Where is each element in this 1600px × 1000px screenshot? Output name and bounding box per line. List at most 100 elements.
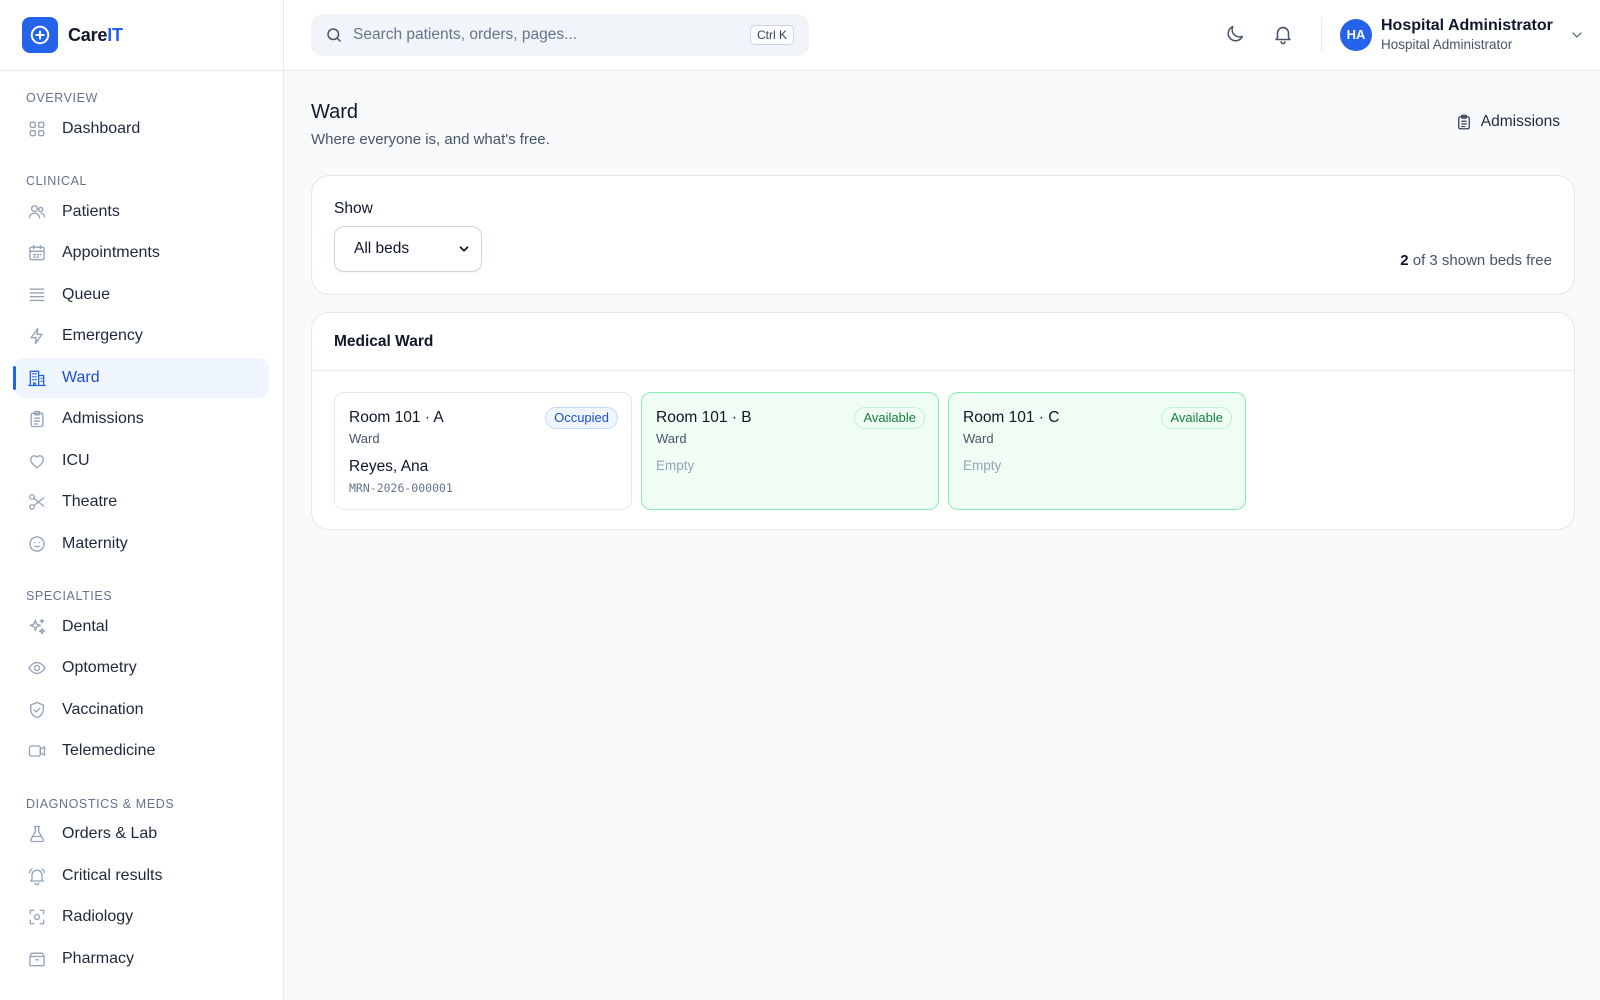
sidebar-item-icu[interactable]: ICU [14,441,269,481]
status-badge: Occupied [545,407,618,429]
patient-name[interactable]: Reyes, Ana [349,458,428,476]
grid-icon [26,118,48,140]
scissors-icon [26,491,48,513]
sidebar-item-critical-results[interactable]: Critical results [14,856,269,896]
section-label-specialties: SPECIALTIES [26,589,113,603]
chevron-down-icon [1569,27,1585,43]
user-name: Hospital Administrator [1381,17,1553,34]
calendar-icon [26,242,48,264]
sidebar-item-appointments[interactable]: Appointments [14,233,269,273]
eye-icon [26,657,48,679]
user-role: Hospital Administrator [1381,37,1513,52]
topbar-divider [1321,18,1322,52]
sidebar-item-pharmacy[interactable]: Pharmacy [14,939,269,979]
free-beds-text: of 3 shown beds free [1408,252,1552,269]
shield-check-icon [26,699,48,721]
sidebar-item-maternity[interactable]: Maternity [14,524,269,564]
status-badge: Available [854,407,925,429]
bed-filter-select[interactable]: All beds [334,226,482,272]
users-icon [26,201,48,223]
bed-type: Ward [656,431,687,446]
sidebar-item-label: Radiology [62,908,134,925]
patient-mrn: MRN-2026-000001 [349,481,453,495]
bed-name: Room 101 · B [656,409,752,426]
video-icon [26,740,48,762]
sidebar-item-queue[interactable]: Queue [14,275,269,315]
section-label-overview: OVERVIEW [26,91,98,105]
bed-name: Room 101 · C [963,409,1060,426]
sidebar-item-label: Pharmacy [62,949,135,967]
pill-box-icon [26,948,48,970]
sidebar-item-emergency[interactable]: Emergency [14,316,269,356]
search-input[interactable]: Search patients, orders, pages... Ctrl K [311,14,809,56]
sparkles-icon [26,616,48,638]
sidebar-item-label: Theatre [62,493,118,510]
sidebar-nav: OVERVIEW Dashboard CLINICAL Patients App… [0,71,283,979]
section-label-clinical: CLINICAL [26,174,88,188]
sidebar-item-label: Patients [62,202,120,220]
avatar: HA [1340,18,1372,51]
bed-filter-value: All beds [354,240,410,257]
bell-alert-icon [26,865,48,887]
baby-icon [26,533,48,555]
sidebar-item-label: ICU [62,451,90,469]
free-beds-summary: 2 of 3 shown beds free [1400,252,1552,269]
scan-icon [26,906,48,928]
sidebar-item-dental[interactable]: Dental [14,607,269,647]
sidebar-item-label: Critical results [62,866,163,884]
sidebar-item-patients[interactable]: Patients [14,192,269,232]
search-placeholder: Search patients, orders, pages... [353,26,578,43]
search-icon [325,26,343,44]
bed-type: Ward [963,431,994,446]
bed-name: Room 101 · A [349,409,444,426]
bed-empty-text: Empty [656,458,695,473]
sidebar-item-label: Emergency [62,327,143,344]
admissions-button-label: Admissions [1480,113,1560,130]
bed-card-occupied[interactable]: Room 101 · A Ward Occupied Reyes, Ana MR… [334,392,632,510]
clipboard-icon [1455,113,1473,131]
clipboard-icon [26,408,48,430]
bed-card-available[interactable]: Room 101 · B Ward Available Empty [641,392,939,510]
sidebar-item-dashboard[interactable]: Dashboard [14,109,269,149]
list-icon [26,284,48,306]
sidebar-item-vaccination[interactable]: Vaccination [14,690,269,730]
bolt-icon [26,325,48,347]
sidebar-item-label: Dental [62,617,109,635]
building-icon [26,367,48,389]
search-shortcut: Ctrl K [750,25,794,45]
page-title: Ward [311,101,359,123]
sidebar-item-radiology[interactable]: Radiology [14,897,269,937]
bed-card-available[interactable]: Room 101 · C Ward Available Empty [948,392,1246,510]
sidebar-item-admissions[interactable]: Admissions [14,399,269,439]
sidebar-item-theatre[interactable]: Theatre [14,482,269,522]
sidebar-item-label: Appointments [62,244,160,261]
ward-card: Medical Ward Room 101 · A Ward Occupied … [311,312,1575,530]
sidebar-item-label: Optometry [62,659,137,676]
user-menu[interactable]: HA Hospital Administrator Hospital Admin… [1340,16,1585,53]
admissions-button[interactable]: Admissions [1455,113,1560,131]
status-badge: Available [1161,407,1232,429]
sidebar-item-telemedicine[interactable]: Telemedicine [14,731,269,771]
sidebar-item-label: Vaccination [62,700,144,718]
main-content: Ward Where everyone is, and what's free.… [284,71,1600,1000]
topbar: Search patients, orders, pages... Ctrl K… [284,0,1600,71]
brand[interactable]: CareIT [0,0,283,71]
bed-grid: Room 101 · A Ward Occupied Reyes, Ana MR… [334,392,1246,510]
chevron-down-icon [457,242,471,256]
sidebar-item-label: Orders & Lab [62,825,158,842]
sidebar-item-orders-lab[interactable]: Orders & Lab [14,814,269,854]
bell-icon[interactable] [1272,23,1296,47]
show-label: Show [334,200,373,217]
moon-icon[interactable] [1224,23,1248,47]
bed-type: Ward [349,431,380,446]
free-beds-count: 2 [1400,252,1409,269]
sidebar-item-label: Admissions [62,410,144,427]
heart-icon [26,450,48,472]
ward-name: Medical Ward [312,313,1574,371]
flask-icon [26,823,48,845]
page-subtitle: Where everyone is, and what's free. [311,131,550,148]
sidebar-item-ward[interactable]: Ward [13,357,269,398]
plus-logo-icon [22,17,58,53]
sidebar-item-optometry[interactable]: Optometry [14,648,269,688]
sidebar-item-label: Dashboard [62,119,141,137]
